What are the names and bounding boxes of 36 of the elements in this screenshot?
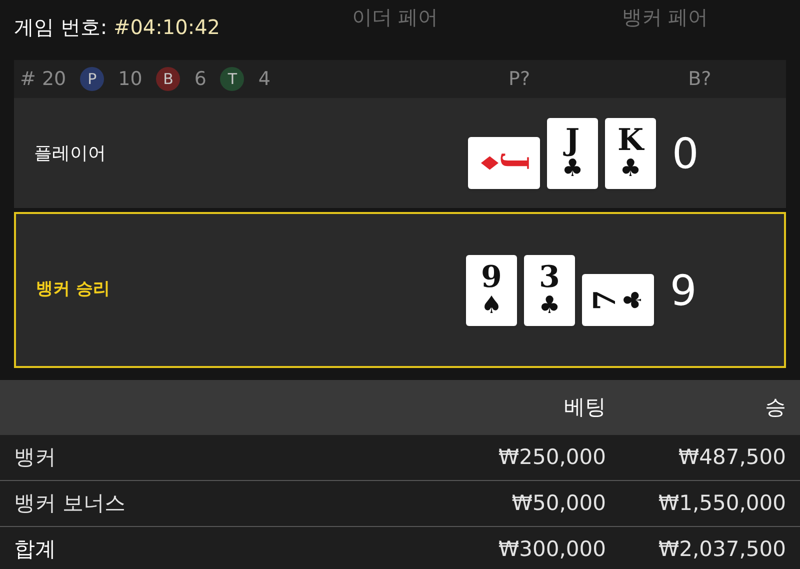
- card-rank: 3: [539, 263, 560, 293]
- card-rank: 7: [591, 289, 621, 310]
- card-rank: J: [501, 155, 531, 170]
- column-header: 승: [764, 394, 786, 421]
- win-amount: ₩1,550,000: [657, 490, 786, 517]
- card-rank: K: [617, 126, 644, 156]
- suit-icon: ♣: [538, 293, 560, 317]
- bet-name: 뱅커 보너스: [14, 490, 127, 517]
- card-rank: 9: [481, 263, 502, 293]
- tab-label: 이더 페어: [352, 4, 438, 31]
- hand-score: 9: [670, 264, 698, 316]
- suit-icon: ♣: [621, 288, 645, 310]
- bet-amount: ₩300,000: [497, 536, 606, 563]
- hand-label: 뱅커 승리: [36, 278, 110, 302]
- suit-icon: ♣: [620, 156, 642, 180]
- bet-name: 뱅커: [14, 444, 57, 471]
- win-amount: ₩487,500: [677, 444, 786, 471]
- suit-icon: ♠: [480, 293, 502, 317]
- stat-count: 4: [258, 66, 271, 92]
- game-number: 게임 번호: #04:10:42: [14, 14, 220, 41]
- bet-name: 합계: [14, 536, 57, 563]
- stat-count: 6: [194, 66, 206, 92]
- stat-count: # 20: [20, 66, 66, 92]
- stat-count: P?: [508, 66, 530, 92]
- tab-label: 뱅커 페어: [622, 4, 708, 31]
- stat-count: 10: [118, 66, 142, 92]
- hand-label: 플레이어: [34, 142, 106, 166]
- bet-amount: ₩250,000: [497, 444, 606, 471]
- hand-score: 0: [672, 128, 700, 180]
- card-rank: J: [565, 126, 580, 156]
- suit-icon: ♦: [477, 152, 501, 174]
- win-amount: ₩2,037,500: [657, 536, 786, 563]
- bet-amount: ₩50,000: [510, 490, 606, 517]
- suit-icon: ♣: [562, 156, 584, 180]
- column-header: 베팅: [563, 394, 606, 421]
- stat-count: B?: [688, 66, 712, 92]
